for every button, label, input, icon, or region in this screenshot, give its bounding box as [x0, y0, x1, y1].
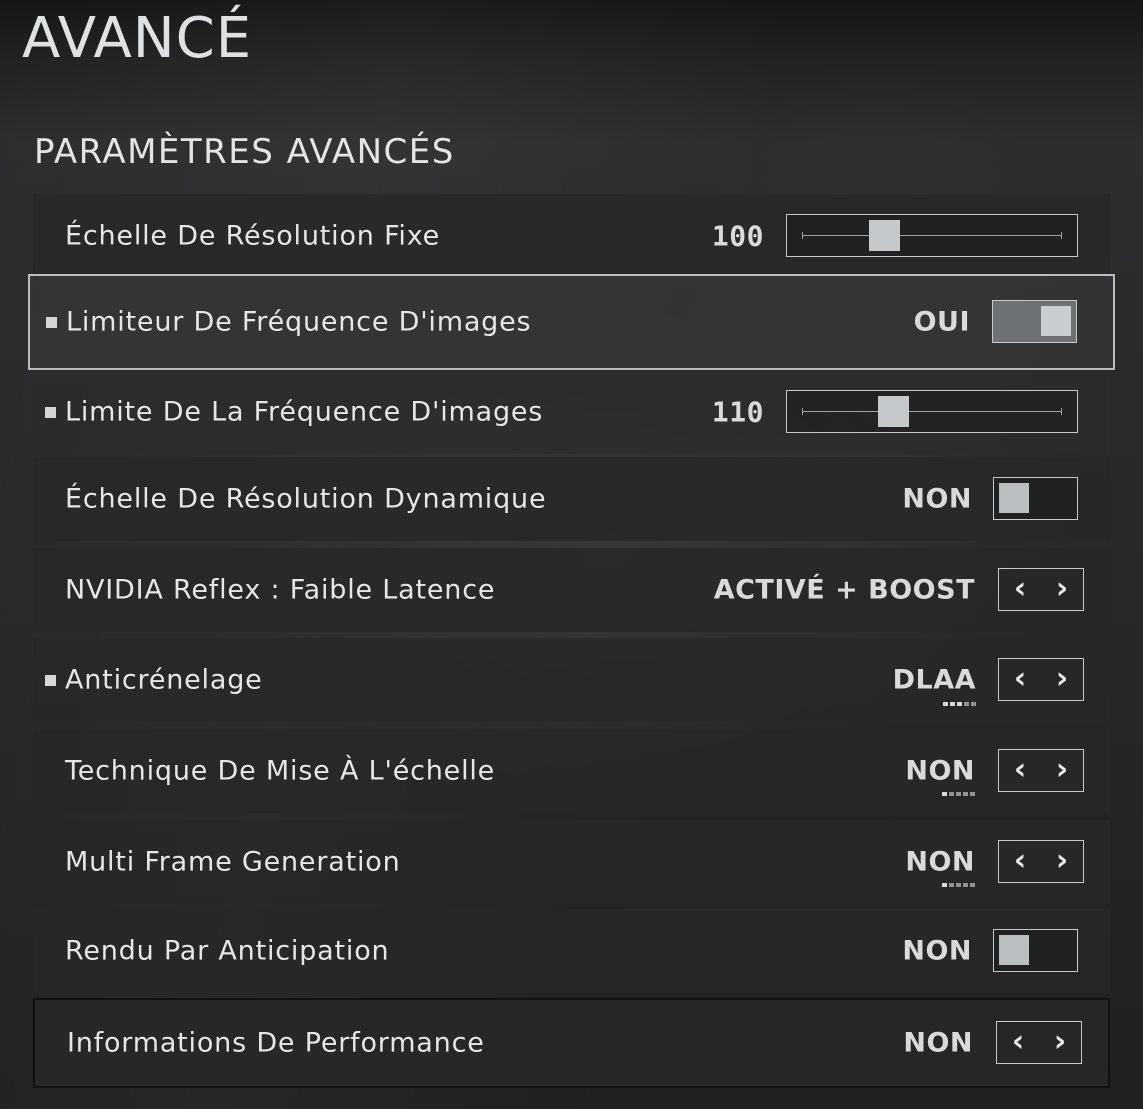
page-title: AVANCÉ	[22, 6, 253, 71]
chevron-left-icon[interactable]: ‹	[999, 569, 1041, 609]
option-dot	[956, 792, 961, 796]
option-dot	[970, 883, 975, 887]
chevron-right-icon[interactable]: ›	[1039, 1022, 1081, 1062]
square-bullet-icon	[45, 675, 56, 686]
slider-track	[802, 411, 1062, 412]
slider-thumb[interactable]	[878, 396, 909, 427]
setting-row-performance-info[interactable]: Informations De Performance NON ‹ ›	[33, 998, 1110, 1088]
setting-label: Technique De Mise À L'échelle	[65, 755, 496, 787]
chevron-right-icon[interactable]: ›	[1041, 841, 1083, 881]
setting-row-frame-rate-limit[interactable]: Limite De La Fréquence D'images 110	[33, 370, 1110, 454]
option-dot	[949, 883, 954, 887]
setting-value: 110	[711, 395, 764, 429]
toggle-knob	[999, 935, 1029, 965]
option-dot	[963, 792, 968, 796]
slider-track	[802, 235, 1062, 236]
option-dot	[971, 702, 976, 706]
setting-value: ACTIVÉ + BOOST	[713, 574, 975, 606]
setting-value: NON	[902, 935, 972, 967]
anticipation-rendering-toggle[interactable]	[993, 929, 1078, 972]
square-bullet-icon	[46, 317, 57, 328]
setting-row-anti-aliasing[interactable]: Anticrénelage DLAA ‹ ›	[33, 638, 1110, 722]
setting-value: NON	[902, 483, 972, 515]
setting-label: Multi Frame Generation	[65, 846, 401, 878]
chevron-right-icon[interactable]: ›	[1041, 750, 1083, 790]
setting-label: NVIDIA Reflex : Faible Latence	[65, 574, 496, 606]
option-indicator	[942, 792, 975, 796]
chevron-left-icon[interactable]: ‹	[999, 841, 1041, 881]
multi-frame-generation-selector[interactable]: ‹ ›	[998, 840, 1084, 883]
setting-label: Informations De Performance	[67, 1027, 485, 1059]
chevron-right-icon[interactable]: ›	[1041, 569, 1083, 609]
dynamic-resolution-toggle[interactable]	[993, 477, 1078, 520]
setting-label: Anticrénelage	[65, 664, 263, 696]
nvidia-reflex-selector[interactable]: ‹ ›	[998, 568, 1084, 611]
toggle-knob	[999, 483, 1029, 513]
setting-row-multi-frame-generation[interactable]: Multi Frame Generation NON ‹ ›	[33, 820, 1110, 904]
option-dot	[970, 792, 975, 796]
option-dot	[963, 883, 968, 887]
setting-row-frame-rate-limiter[interactable]: Limiteur De Fréquence D'images OUI	[28, 274, 1115, 370]
setting-row-nvidia-reflex[interactable]: NVIDIA Reflex : Faible Latence ACTIVÉ + …	[33, 548, 1110, 632]
option-dot	[942, 883, 947, 887]
setting-value: OUI	[913, 306, 970, 338]
option-dot	[956, 883, 961, 887]
upscaling-technique-selector[interactable]: ‹ ›	[998, 749, 1084, 792]
setting-value: 100	[711, 219, 764, 253]
toggle-knob	[1041, 306, 1071, 336]
option-dot	[942, 792, 947, 796]
option-dot	[949, 792, 954, 796]
section-title: PARAMÈTRES AVANCÉS	[34, 132, 455, 172]
slider-tick	[802, 408, 803, 415]
setting-value: DLAA	[892, 664, 976, 696]
frame-rate-limit-slider[interactable]	[786, 390, 1078, 433]
frame-rate-limiter-toggle[interactable]	[992, 300, 1077, 343]
setting-value: NON	[903, 1027, 973, 1059]
option-dot	[943, 702, 948, 706]
performance-info-selector[interactable]: ‹ ›	[996, 1021, 1082, 1064]
square-bullet-icon	[45, 407, 56, 418]
slider-tick	[1061, 232, 1062, 239]
resolution-scale-slider[interactable]	[786, 214, 1078, 257]
setting-row-fixed-resolution-scale[interactable]: Échelle De Résolution Fixe 100	[33, 194, 1110, 278]
chevron-right-icon[interactable]: ›	[1041, 659, 1083, 699]
setting-label: Échelle De Résolution Dynamique	[65, 483, 547, 515]
setting-row-dynamic-resolution-scale[interactable]: Échelle De Résolution Dynamique NON	[33, 457, 1110, 541]
setting-row-upscaling-technique[interactable]: Technique De Mise À L'échelle NON ‹ ›	[33, 729, 1110, 813]
anti-aliasing-selector[interactable]: ‹ ›	[998, 658, 1084, 701]
slider-tick	[1061, 408, 1062, 415]
slider-thumb[interactable]	[869, 220, 900, 251]
option-dot	[950, 702, 955, 706]
setting-label: Limiteur De Fréquence D'images	[66, 306, 532, 338]
chevron-left-icon[interactable]: ‹	[997, 1022, 1039, 1062]
setting-row-anticipation-rendering[interactable]: Rendu Par Anticipation NON	[33, 909, 1110, 993]
option-indicator	[942, 883, 975, 887]
setting-label: Rendu Par Anticipation	[65, 935, 390, 967]
setting-value: NON	[905, 755, 975, 787]
chevron-left-icon[interactable]: ‹	[999, 659, 1041, 699]
setting-label: Limite De La Fréquence D'images	[65, 396, 544, 428]
setting-value: NON	[905, 846, 975, 878]
option-dot	[957, 702, 962, 706]
setting-label: Échelle De Résolution Fixe	[65, 220, 441, 252]
option-indicator	[943, 702, 976, 706]
option-dot	[964, 702, 969, 706]
slider-tick	[802, 232, 803, 239]
chevron-left-icon[interactable]: ‹	[999, 750, 1041, 790]
